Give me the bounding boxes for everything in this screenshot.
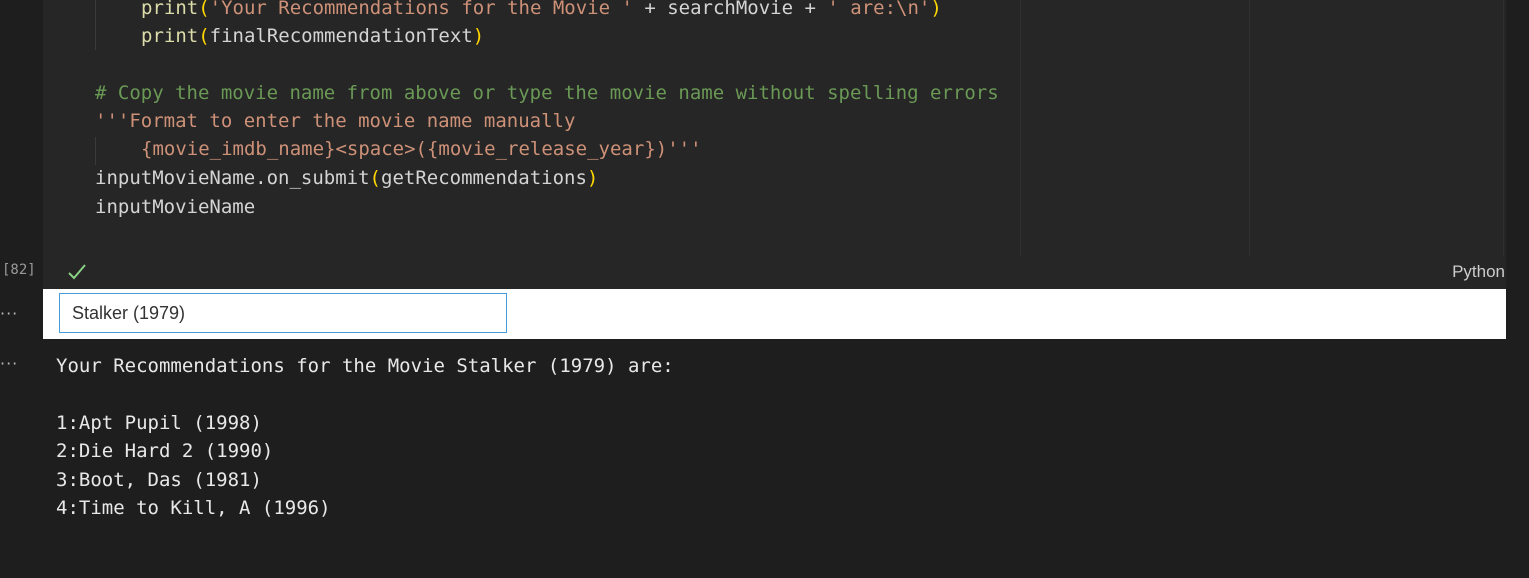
code-token: getRecommendations xyxy=(381,167,587,189)
language-selector[interactable]: Python xyxy=(1452,262,1505,282)
code-token: ( xyxy=(369,167,381,189)
code-token: finalRecommendationText xyxy=(209,25,473,47)
code-token: ) xyxy=(930,0,942,19)
code-line-widget[interactable]: inputMovieName xyxy=(95,193,255,221)
code-line-docstring[interactable]: {movie_imdb_name}<space>({movie_release_… xyxy=(141,135,702,163)
check-icon xyxy=(66,262,88,286)
code-token: 'Your Recommendations for the Movie ' xyxy=(209,0,633,19)
widget-output xyxy=(43,289,1506,339)
code-line-docstring[interactable]: '''Format to enter the movie name manual… xyxy=(95,107,575,135)
recommendation-item: 4:Time to Kill, A (1996) xyxy=(56,497,331,519)
editor-ruler xyxy=(1020,0,1021,256)
code-token: ( xyxy=(198,0,210,19)
editor-ruler xyxy=(1249,0,1250,256)
indent-guide xyxy=(95,0,96,50)
code-token: print xyxy=(141,25,199,47)
code-line-on-submit[interactable]: inputMovieName.on_submit(getRecommendati… xyxy=(95,164,598,192)
code-line-print-text[interactable]: print(finalRecommendationText) xyxy=(141,22,484,50)
recommendation-item: 3:Boot, Das (1981) xyxy=(56,469,262,491)
editor-ruler xyxy=(1503,0,1504,256)
more-actions-icon[interactable]: ··· xyxy=(0,354,28,373)
code-token: ) xyxy=(472,25,485,47)
recommendation-item: 1:Apt Pupil (1998) xyxy=(56,412,262,434)
code-token: ' are:\n' xyxy=(827,0,931,19)
code-token: inputMovieName.on_submit xyxy=(95,167,370,189)
code-token: + xyxy=(793,0,828,19)
code-cell-editor[interactable]: print('Your Recommendations for the Movi… xyxy=(43,0,1506,256)
code-token: ) xyxy=(586,167,599,189)
indent-guide xyxy=(95,137,96,165)
code-line-print-heading[interactable]: print('Your Recommendations for the Movi… xyxy=(141,0,942,22)
more-actions-icon[interactable]: ··· xyxy=(0,304,28,323)
code-line-comment[interactable]: # Copy the movie name from above or type… xyxy=(95,79,999,107)
execution-count: [82] xyxy=(2,262,36,278)
code-token: ( xyxy=(198,25,210,47)
code-token: + xyxy=(632,0,668,19)
output-heading: Your Recommendations for the Movie Stalk… xyxy=(56,355,674,377)
movie-name-input[interactable] xyxy=(59,293,507,333)
code-token: searchMovie xyxy=(667,0,794,19)
cell-status-bar xyxy=(43,256,1506,289)
recommendation-item: 2:Die Hard 2 (1990) xyxy=(56,440,274,462)
code-token: print xyxy=(141,0,199,19)
